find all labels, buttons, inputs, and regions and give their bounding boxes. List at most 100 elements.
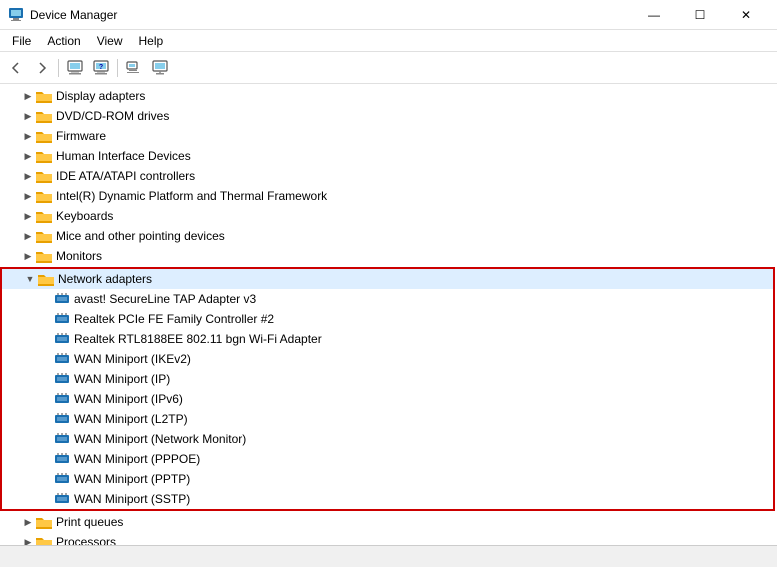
list-item[interactable]: WAN Miniport (SSTP) — [2, 489, 773, 509]
list-item[interactable]: ▶ Processors — [0, 532, 777, 545]
spacer — [38, 471, 54, 487]
spacer — [38, 371, 54, 387]
spacer — [38, 431, 54, 447]
menu-help[interactable]: Help — [131, 32, 172, 50]
list-item[interactable]: WAN Miniport (IP) — [2, 369, 773, 389]
list-item[interactable]: Realtek RTL8188EE 802.11 bgn Wi-Fi Adapt… — [2, 329, 773, 349]
spacer — [38, 351, 54, 367]
folder-icon — [36, 128, 52, 144]
list-item[interactable]: ▶ Display adapters — [0, 86, 777, 106]
spacer — [38, 311, 54, 327]
menu-file[interactable]: File — [4, 32, 39, 50]
menu-action[interactable]: Action — [39, 32, 88, 50]
network-adapter-icon — [54, 451, 70, 467]
spacer — [38, 491, 54, 507]
expand-icon: ▶ — [20, 534, 36, 545]
list-item[interactable]: ▶ Mice and other pointing devices — [0, 226, 777, 246]
list-item[interactable]: WAN Miniport (IKEv2) — [2, 349, 773, 369]
network-adapter-icon — [54, 311, 70, 327]
item-label: Processors — [56, 535, 116, 545]
expand-icon: ▶ — [20, 188, 36, 204]
item-label: Human Interface Devices — [56, 149, 191, 163]
toolbar: ? — [0, 52, 777, 84]
list-item[interactable]: WAN Miniport (PPTP) — [2, 469, 773, 489]
network-adapters-item[interactable]: ▼ Network adapters — [2, 269, 773, 289]
network-adapter-icon — [54, 371, 70, 387]
item-label: WAN Miniport (PPTP) — [74, 472, 190, 486]
item-label: Mice and other pointing devices — [56, 229, 225, 243]
network-adapter-icon — [54, 291, 70, 307]
device-tree[interactable]: ▶ Display adapters ▶ DVD/CD-ROM drives ▶… — [0, 84, 777, 545]
item-label: Realtek RTL8188EE 802.11 bgn Wi-Fi Adapt… — [74, 332, 322, 346]
close-button[interactable]: ✕ — [723, 0, 769, 30]
item-label: WAN Miniport (PPPOE) — [74, 452, 200, 466]
list-item[interactable]: ▶ Intel(R) Dynamic Platform and Thermal … — [0, 186, 777, 206]
list-item[interactable]: ▶ DVD/CD-ROM drives — [0, 106, 777, 126]
list-item[interactable]: ▶ Print queues — [0, 512, 777, 532]
item-label: WAN Miniport (IKEv2) — [74, 352, 191, 366]
list-item[interactable]: avast! SecureLine TAP Adapter v3 — [2, 289, 773, 309]
item-label: avast! SecureLine TAP Adapter v3 — [74, 292, 256, 306]
network-adapter-icon — [54, 431, 70, 447]
forward-button[interactable] — [30, 56, 54, 80]
item-label: Keyboards — [56, 209, 113, 223]
spacer — [38, 451, 54, 467]
item-label: WAN Miniport (IPv6) — [74, 392, 183, 406]
properties-button[interactable] — [63, 56, 87, 80]
list-item[interactable]: WAN Miniport (PPPOE) — [2, 449, 773, 469]
menu-view[interactable]: View — [89, 32, 131, 50]
list-item[interactable]: ▶ Monitors — [0, 246, 777, 266]
expand-icon: ▶ — [20, 168, 36, 184]
back-button[interactable] — [4, 56, 28, 80]
network-adapters-group: ▼ Network adapters — [0, 267, 775, 511]
expand-icon: ▶ — [20, 248, 36, 264]
expand-collapse-icon: ▼ — [22, 271, 38, 287]
list-item[interactable]: ▶ Firmware — [0, 126, 777, 146]
list-item[interactable]: ▶ IDE ATA/ATAPI controllers — [0, 166, 777, 186]
folder-icon — [36, 148, 52, 164]
item-label: DVD/CD-ROM drives — [56, 109, 169, 123]
item-label: IDE ATA/ATAPI controllers — [56, 169, 195, 183]
network-adapter-icon — [54, 391, 70, 407]
expand-icon: ▶ — [20, 128, 36, 144]
svg-text:?: ? — [99, 64, 103, 71]
expand-icon: ▶ — [20, 514, 36, 530]
expand-icon: ▶ — [20, 108, 36, 124]
list-item[interactable]: WAN Miniport (Network Monitor) — [2, 429, 773, 449]
maximize-button[interactable]: ☐ — [677, 0, 723, 30]
folder-icon — [36, 534, 52, 545]
item-label: WAN Miniport (SSTP) — [74, 492, 190, 506]
status-bar — [0, 545, 777, 567]
list-item[interactable]: Realtek PCIe FE Family Controller #2 — [2, 309, 773, 329]
item-label: WAN Miniport (IP) — [74, 372, 170, 386]
window-controls: — ☐ ✕ — [631, 0, 769, 30]
scan-button[interactable] — [122, 56, 146, 80]
minimize-button[interactable]: — — [631, 0, 677, 30]
item-label: WAN Miniport (Network Monitor) — [74, 432, 246, 446]
folder-icon — [36, 248, 52, 264]
spacer — [38, 391, 54, 407]
display-button[interactable] — [148, 56, 172, 80]
update-driver-button[interactable]: ? — [89, 56, 113, 80]
window-title: Device Manager — [30, 8, 631, 22]
network-adapter-icon — [54, 411, 70, 427]
spacer — [38, 411, 54, 427]
menu-bar: File Action View Help — [0, 30, 777, 52]
folder-icon — [36, 514, 52, 530]
list-item[interactable]: WAN Miniport (IPv6) — [2, 389, 773, 409]
item-label: Print queues — [56, 515, 123, 529]
network-adapter-icon — [54, 491, 70, 507]
list-item[interactable]: WAN Miniport (L2TP) — [2, 409, 773, 429]
network-adapter-icon — [54, 471, 70, 487]
title-bar: Device Manager — ☐ ✕ — [0, 0, 777, 30]
network-adapter-icon — [54, 351, 70, 367]
spacer — [38, 331, 54, 347]
list-item[interactable]: ▶ Human Interface Devices — [0, 146, 777, 166]
item-label: Intel(R) Dynamic Platform and Thermal Fr… — [56, 189, 327, 203]
folder-icon — [36, 208, 52, 224]
list-item[interactable]: ▶ Keyboards — [0, 206, 777, 226]
item-label: WAN Miniport (L2TP) — [74, 412, 188, 426]
expand-icon: ▶ — [20, 228, 36, 244]
item-label: Realtek PCIe FE Family Controller #2 — [74, 312, 274, 326]
folder-icon — [36, 228, 52, 244]
